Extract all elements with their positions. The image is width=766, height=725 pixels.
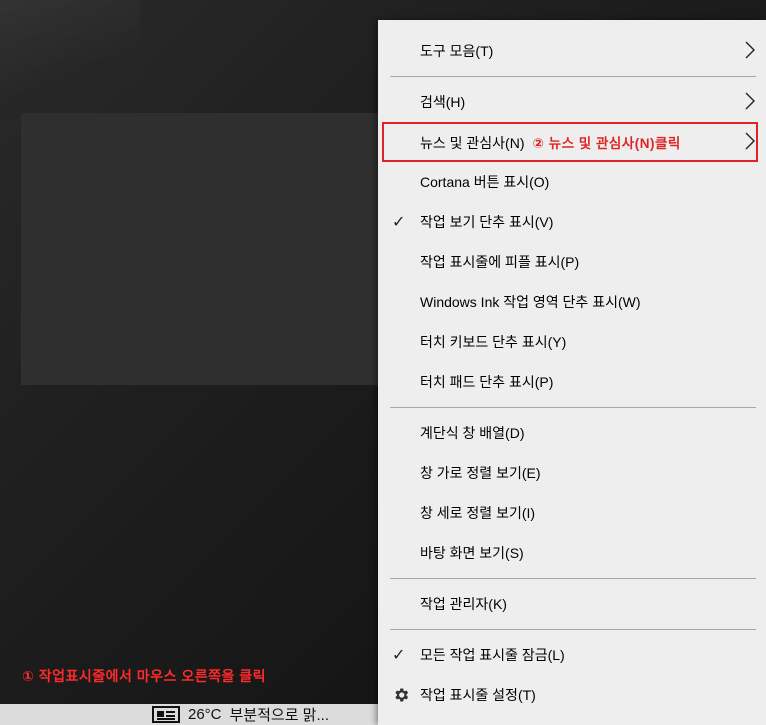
menu-item-cascade[interactable]: 계단식 창 배열(D) (378, 413, 766, 453)
menu-item-label: Cortana 버튼 표시(O) (420, 174, 550, 190)
menu-item-label: 창 세로 정렬 보기(I) (420, 505, 536, 521)
checkmark-icon: ✓ (392, 647, 406, 664)
menu-item-show-desktop[interactable]: 바탕 화면 보기(S) (378, 533, 766, 573)
menu-item-search[interactable]: 검색(H) (378, 82, 766, 122)
menu-separator (390, 407, 756, 408)
menu-item-side-by-side[interactable]: 창 세로 정렬 보기(I) (378, 493, 766, 533)
menu-item-label: 작업 표시줄 설정(T) (420, 687, 536, 703)
chevron-right-icon (745, 132, 755, 150)
menu-item-touchpad[interactable]: 터치 패드 단추 표시(P) (378, 362, 766, 402)
menu-item-taskbar-settings[interactable]: 작업 표시줄 설정(T) (378, 675, 766, 715)
menu-item-label: 검색(H) (420, 94, 466, 110)
menu-item-label: 터치 패드 단추 표시(P) (420, 374, 554, 390)
desktop-shade (0, 0, 140, 120)
menu-separator (390, 629, 756, 630)
menu-item-label: 계단식 창 배열(D) (420, 425, 525, 441)
menu-item-news-and-interests[interactable]: 뉴스 및 관심사(N) ② 뉴스 및 관심사(N)클릭 (378, 122, 766, 162)
menu-item-task-view[interactable]: ✓ 작업 보기 단추 표시(V) (378, 202, 766, 242)
news-weather-widget[interactable]: 26°C 부분적으로 맑... (148, 704, 378, 725)
chevron-right-icon (745, 92, 755, 110)
menu-item-label: 뉴스 및 관심사(N) (420, 134, 525, 151)
menu-item-label: 바탕 화면 보기(S) (420, 545, 524, 561)
weather-condition: 부분적으로 맑... (229, 707, 329, 724)
menu-item-label: 작업 표시줄에 피플 표시(P) (420, 254, 580, 270)
taskbar-context-menu: 도구 모음(T) 검색(H) 뉴스 및 관심사(N) ② 뉴스 및 관심사(N)클… (378, 20, 766, 725)
menu-separator (390, 578, 756, 579)
menu-item-touch-keyboard[interactable]: 터치 키보드 단추 표시(Y) (378, 322, 766, 362)
menu-item-toolbars[interactable]: 도구 모음(T) (378, 31, 766, 71)
menu-separator (390, 76, 756, 77)
annotation-step-1: ① 작업표시줄에서 마우스 오른쪽을 클릭 (22, 668, 266, 684)
gear-icon (395, 688, 409, 702)
menu-item-stacked[interactable]: 창 가로 정렬 보기(E) (378, 453, 766, 493)
menu-item-label-group: 뉴스 및 관심사(N) ② 뉴스 및 관심사(N)클릭 (420, 132, 681, 153)
menu-item-label: 창 가로 정렬 보기(E) (420, 465, 541, 481)
menu-item-label: 도구 모음(T) (420, 43, 494, 59)
menu-item-label: 작업 관리자(K) (420, 596, 507, 612)
menu-item-lock-taskbar[interactable]: ✓ 모든 작업 표시줄 잠금(L) (378, 635, 766, 675)
menu-item-label: 터치 키보드 단추 표시(Y) (420, 334, 567, 350)
window-thumbnail (21, 113, 379, 385)
weather-temperature: 26°C (188, 706, 222, 723)
checkmark-icon: ✓ (392, 214, 406, 231)
menu-item-windows-ink[interactable]: Windows Ink 작업 영역 단추 표시(W) (378, 282, 766, 322)
menu-item-people[interactable]: 작업 표시줄에 피플 표시(P) (378, 242, 766, 282)
chevron-right-icon (745, 41, 755, 59)
menu-item-label: 작업 보기 단추 표시(V) (420, 214, 554, 230)
menu-item-label: Windows Ink 작업 영역 단추 표시(W) (420, 294, 641, 310)
annotation-step-2: ② 뉴스 및 관심사(N)클릭 (532, 135, 681, 151)
news-icon (152, 706, 180, 723)
menu-item-task-manager[interactable]: 작업 관리자(K) (378, 584, 766, 624)
menu-item-label: 모든 작업 표시줄 잠금(L) (420, 647, 565, 663)
menu-item-cortana[interactable]: Cortana 버튼 표시(O) (378, 162, 766, 202)
